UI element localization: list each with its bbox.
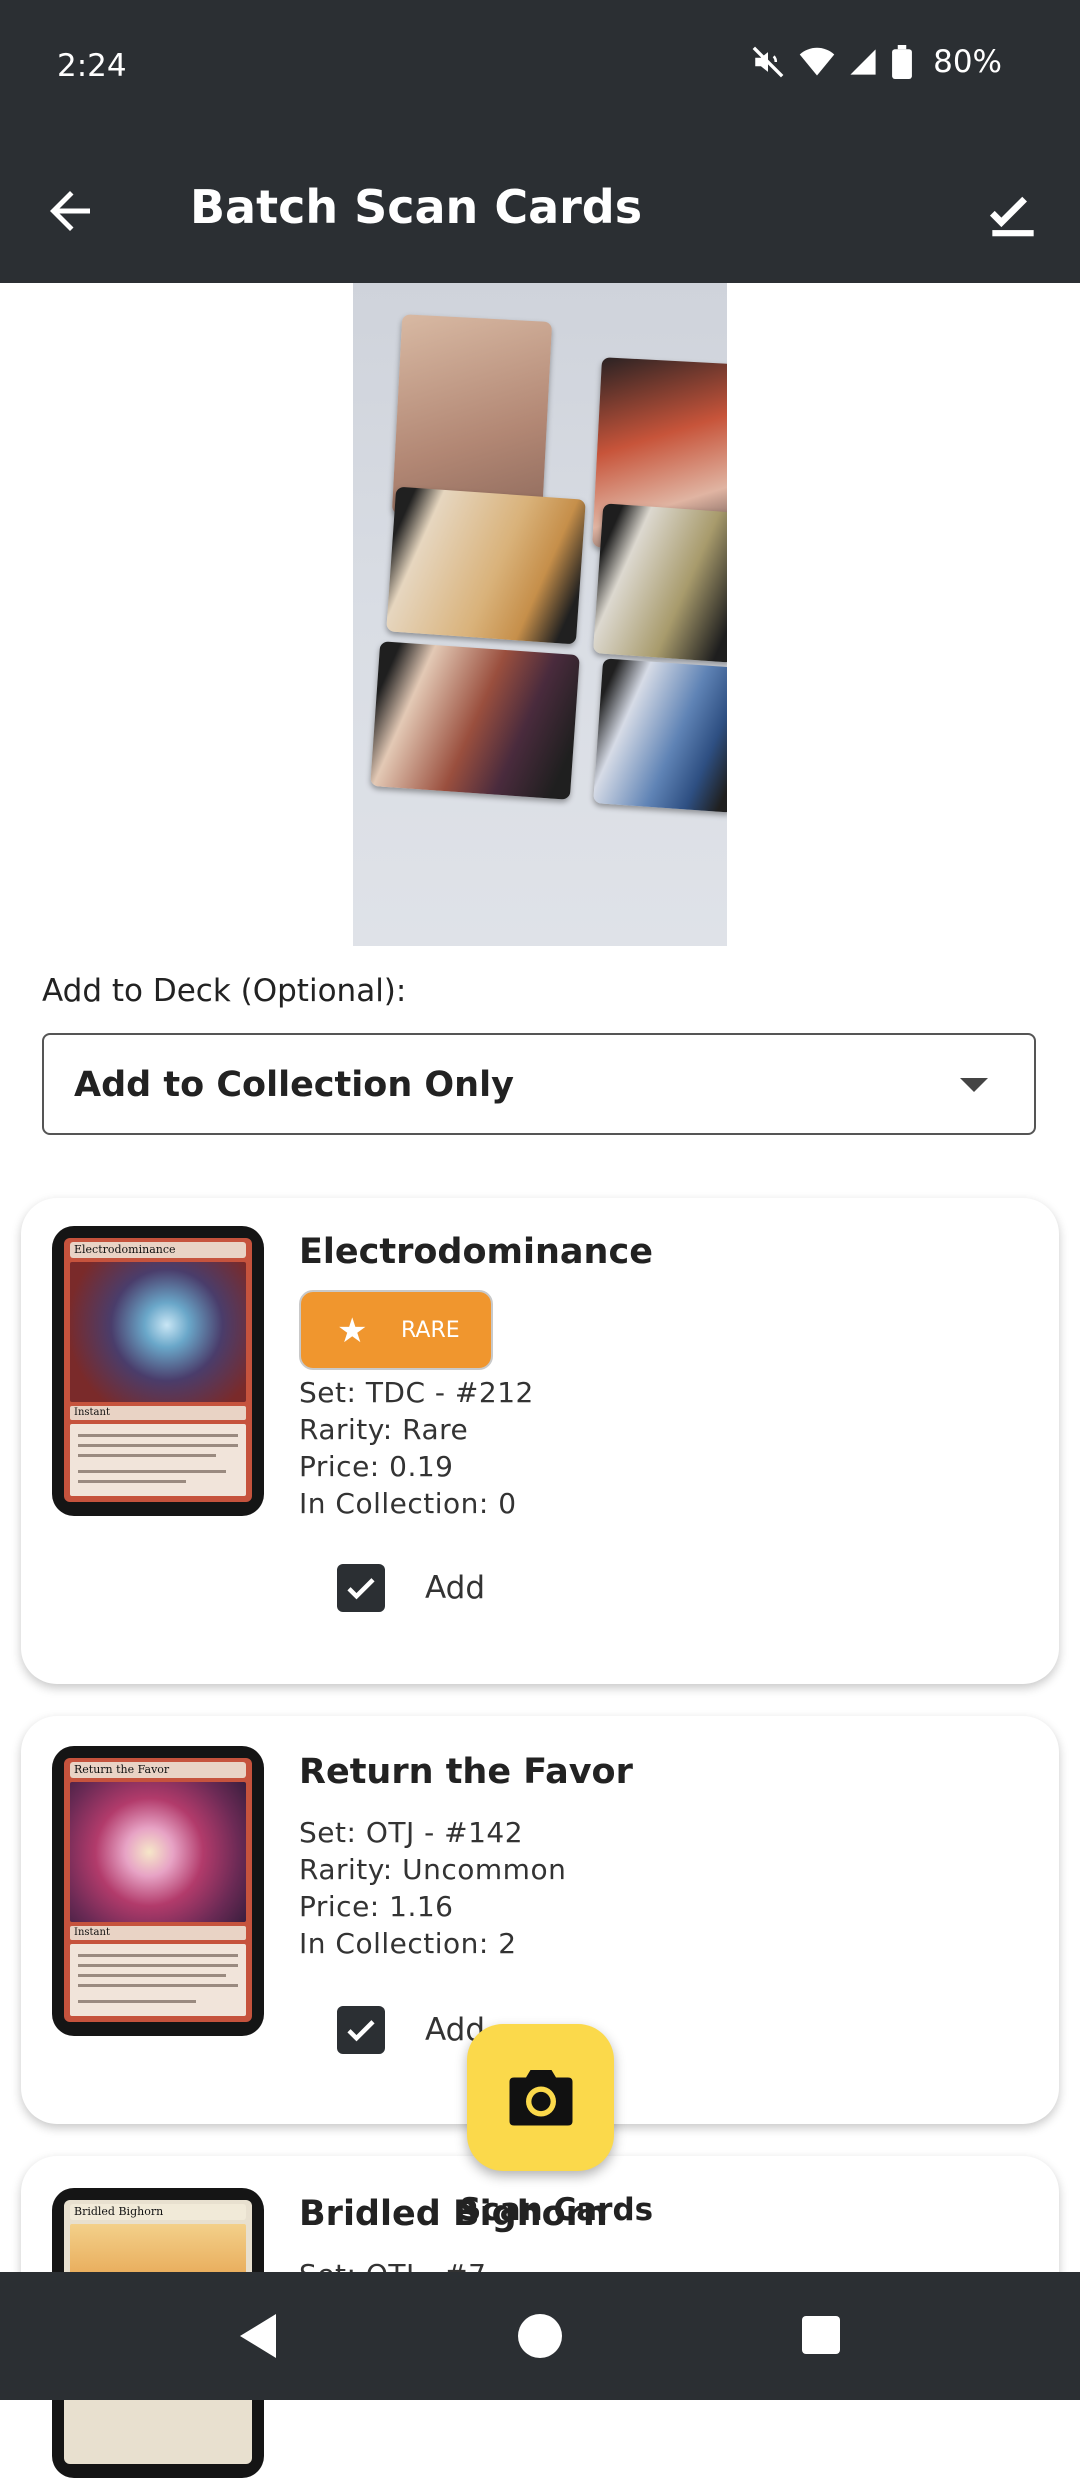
card-price: Price: 1.16 — [299, 1890, 454, 1923]
page-title: Batch Scan Cards — [190, 180, 643, 234]
add-checkbox[interactable] — [337, 1564, 385, 1612]
deck-dropdown-value: Add to Collection Only — [74, 1065, 514, 1105]
card-rarity: Rarity: Uncommon — [299, 1853, 567, 1886]
photo-card — [386, 486, 586, 645]
wifi-icon — [799, 47, 835, 76]
card-details: Set: TDC - #212 Rarity: Rare Price: 0.19… — [299, 1374, 534, 1522]
add-checkbox[interactable] — [337, 2006, 385, 2054]
card-image-title: Electrodominance — [70, 1242, 246, 1258]
nav-home-icon[interactable] — [518, 2314, 562, 2358]
check-icon — [347, 2020, 375, 2042]
scan-cards-label[interactable]: Scan Cards — [459, 2192, 653, 2228]
scanned-photo — [353, 283, 727, 946]
battery-percentage: 80% — [933, 44, 1002, 80]
status-time: 2:24 — [57, 48, 127, 84]
card-in-collection: In Collection: 2 — [299, 1927, 517, 1960]
star-icon: ★ — [337, 1311, 368, 1351]
card-image-type: Instant — [70, 1406, 246, 1420]
card-set: Set: OTJ - #142 — [299, 1816, 524, 1849]
app-bar: Batch Scan Cards — [0, 135, 1080, 283]
back-button[interactable] — [40, 181, 100, 241]
card-image-type: Instant — [70, 1926, 246, 1940]
card-art — [70, 1782, 246, 1922]
card-image[interactable]: Return the Favor Instant — [52, 1746, 264, 2036]
check-icon — [347, 1578, 375, 1600]
card-image-title: Bridled Bighorn — [70, 2204, 246, 2220]
camera-icon — [509, 2070, 573, 2126]
card-rarity: Rarity: Rare — [299, 1413, 469, 1446]
add-checkbox-row[interactable]: Add — [337, 1564, 485, 1612]
card-text-box — [70, 1424, 246, 1496]
status-bar: 2:24 80% — [0, 0, 1080, 135]
photo-card — [370, 641, 580, 800]
card-image-title: Return the Favor — [70, 1762, 246, 1778]
card-name: Electrodominance — [299, 1232, 653, 1272]
card-in-collection: In Collection: 0 — [299, 1487, 517, 1520]
battery-icon — [892, 45, 913, 79]
arrow-back-icon — [50, 191, 90, 231]
photo-card — [593, 658, 727, 813]
deck-label: Add to Deck (Optional): — [42, 973, 407, 1009]
card-item: Electrodominance Instant Electrodominanc… — [21, 1198, 1059, 1684]
card-image[interactable]: Electrodominance Instant — [52, 1226, 264, 1516]
confirm-button[interactable] — [982, 181, 1044, 243]
system-nav-bar — [0, 2272, 1080, 2400]
nav-back-icon[interactable] — [236, 2312, 280, 2360]
card-price: Price: 0.19 — [299, 1450, 454, 1483]
deck-dropdown[interactable]: Add to Collection Only — [42, 1033, 1036, 1135]
rarity-badge: ★ RARE — [299, 1290, 493, 1370]
add-checkbox-row[interactable]: Add — [337, 2006, 485, 2054]
mute-icon — [752, 46, 784, 78]
card-art — [70, 1262, 246, 1402]
scan-cards-button[interactable] — [467, 2024, 614, 2171]
check-done-icon — [989, 196, 1034, 237]
photo-card — [592, 503, 727, 663]
card-set: Set: TDC - #212 — [299, 1376, 534, 1409]
nav-recents-icon[interactable] — [802, 2316, 840, 2354]
card-text-box — [70, 1944, 246, 2016]
add-label: Add — [425, 1570, 486, 1606]
status-icons: 80% — [751, 44, 1002, 80]
rarity-badge-label: RARE — [401, 1318, 460, 1343]
signal-icon — [850, 49, 876, 75]
card-details: Set: OTJ - #142 Rarity: Uncommon Price: … — [299, 1814, 566, 1962]
card-name: Return the Favor — [299, 1752, 633, 1792]
dropdown-arrow-icon — [960, 1078, 988, 1092]
